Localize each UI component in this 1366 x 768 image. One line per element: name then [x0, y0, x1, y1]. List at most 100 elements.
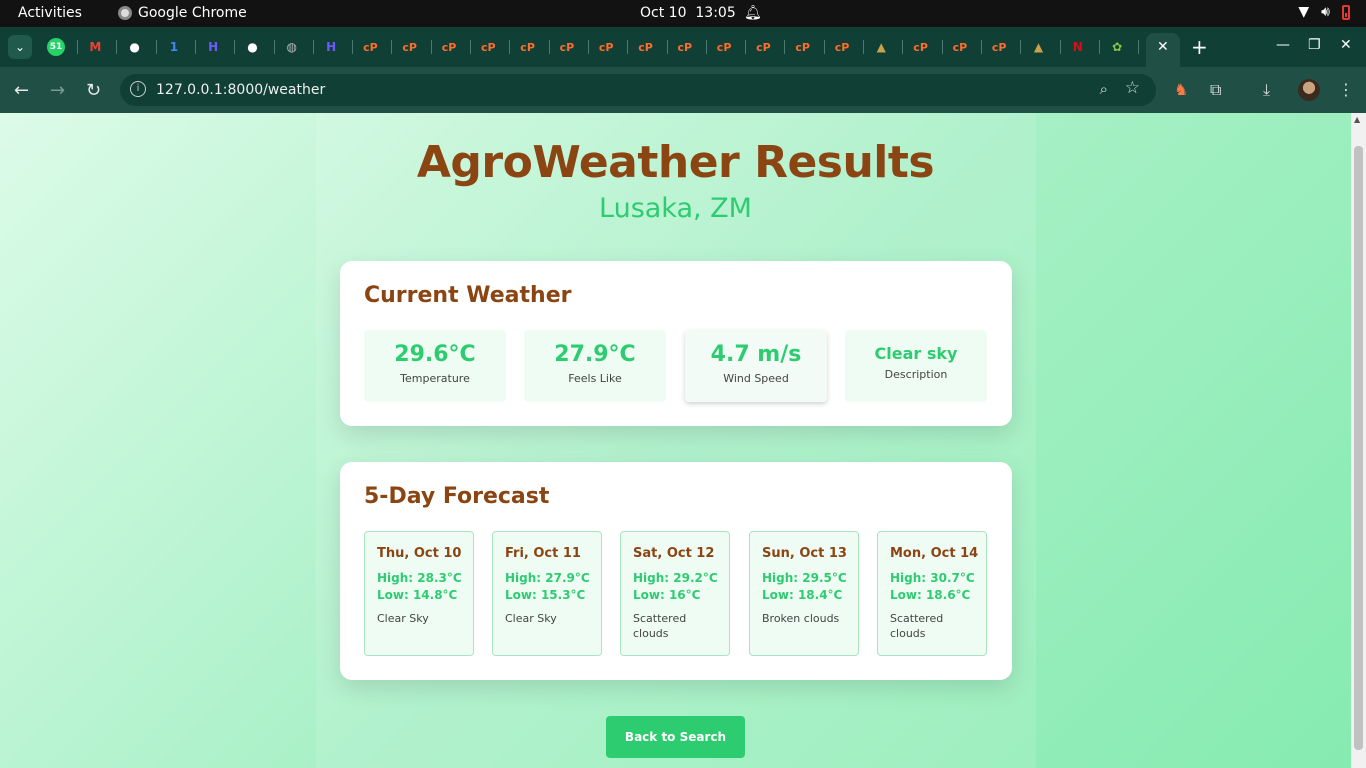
forecast-day: Fri, Oct 11 High: 27.9°C Low: 15.3°C Cle… — [492, 531, 602, 656]
tab-separator — [1138, 40, 1140, 54]
cpanel-icon[interactable]: cP — [754, 38, 772, 56]
cpanel-icon[interactable]: cP — [715, 38, 733, 56]
frog-icon[interactable]: ✿ — [1108, 38, 1126, 56]
active-tab[interactable]: ✕ — [1146, 33, 1180, 67]
tab-separator — [980, 40, 982, 54]
close-tab-icon[interactable]: ✕ — [1157, 39, 1169, 55]
extensions-puzzle-icon[interactable]: ⧉ — [1210, 80, 1221, 100]
forecast-date: Sat, Oct 12 — [633, 546, 715, 561]
cpanel-icon[interactable]: cP — [401, 38, 419, 56]
sail-icon[interactable]: ▲ — [872, 38, 890, 56]
cpanel-icon[interactable]: cP — [440, 38, 458, 56]
tab-separator — [391, 40, 393, 54]
zoom-icon[interactable]: ⌕ — [1100, 80, 1108, 98]
cpanel-icon[interactable]: cP — [676, 38, 694, 56]
temperature-stat: 29.6°C Temperature — [364, 330, 506, 402]
sail-icon[interactable]: ▲ — [1030, 38, 1048, 56]
forecast-date: Mon, Oct 14 — [890, 546, 979, 561]
forecast-date: Fri, Oct 11 — [505, 546, 581, 561]
forecast-heading: 5-Day Forecast — [364, 484, 550, 509]
cpanel-icon[interactable]: cP — [951, 38, 969, 56]
tab-separator — [155, 40, 157, 54]
app-name: Google Chrome — [138, 5, 247, 21]
temperature-value: 29.6°C — [394, 342, 476, 367]
tab-separator — [509, 40, 511, 54]
back-to-search-button[interactable]: Back to Search — [606, 716, 745, 758]
wind-speed-label: Wind Speed — [723, 372, 789, 385]
cpanel-icon[interactable]: cP — [479, 38, 497, 56]
h-icon[interactable]: H — [322, 38, 340, 56]
cpanel-icon[interactable]: cP — [519, 38, 537, 56]
forecast-card: 5-Day Forecast Thu, Oct 10 High: 28.3°C … — [340, 462, 1012, 680]
url-input[interactable] — [156, 79, 1056, 101]
github-icon[interactable]: ● — [126, 38, 144, 56]
description-stat: Clear sky Description — [845, 330, 987, 402]
system-tray[interactable]: ▼ 🔊︎ — [1298, 4, 1350, 20]
downloads-icon[interactable]: ⤓ — [1263, 80, 1270, 100]
chrome-menu-icon[interactable]: ⋮ — [1338, 80, 1354, 99]
app-menu[interactable]: Google Chrome — [118, 5, 247, 21]
reload-icon[interactable]: ↻ — [86, 80, 101, 101]
forecast-desc: Broken clouds — [762, 612, 840, 625]
scrollbar-thumb[interactable] — [1354, 146, 1363, 750]
github-icon[interactable]: ● — [244, 38, 262, 56]
activities-button[interactable]: Activities — [18, 5, 82, 21]
cpanel-icon[interactable]: cP — [597, 38, 615, 56]
forecast-high: High: 29.5°C — [762, 571, 847, 585]
whatsapp-icon[interactable]: 51 — [47, 38, 65, 56]
temperature-label: Temperature — [400, 372, 470, 385]
clock-time: 13:05 — [695, 5, 736, 21]
cpanel-icon[interactable]: cP — [912, 38, 930, 56]
extension-fox-icon[interactable]: ♞ — [1174, 80, 1188, 99]
current-weather-card: Current Weather 29.6°C Temperature 27.9°… — [340, 261, 1012, 426]
back-icon[interactable]: ← — [14, 80, 29, 101]
tab-separator — [823, 40, 825, 54]
tab-separator — [116, 40, 118, 54]
page-scrollbar[interactable]: ▲ — [1351, 113, 1366, 768]
profile-avatar[interactable] — [1298, 79, 1320, 101]
tab-separator — [784, 40, 786, 54]
minimize-icon[interactable]: — — [1276, 37, 1290, 53]
cpanel-icon[interactable]: cP — [794, 38, 812, 56]
bookmark-star-icon[interactable]: ☆ — [1125, 78, 1140, 98]
wind-speed-stat: 4.7 m/s Wind Speed — [685, 330, 827, 402]
clock[interactable]: Oct 10 13:05 — [640, 5, 736, 21]
cpanel-icon[interactable]: cP — [637, 38, 655, 56]
cpanel-icon[interactable]: cP — [990, 38, 1008, 56]
address-bar[interactable]: i ⌕ ☆ — [120, 74, 1156, 106]
tab-separator — [273, 40, 275, 54]
new-tab-button[interactable]: + — [1191, 35, 1208, 59]
tab-separator — [627, 40, 629, 54]
forecast-high: High: 29.2°C — [633, 571, 718, 585]
cpanel-icon[interactable]: cP — [833, 38, 851, 56]
tab-search-button[interactable]: ⌄ — [8, 35, 32, 59]
forecast-desc: Scattered clouds — [633, 612, 687, 640]
tab-separator — [1098, 40, 1100, 54]
tab-separator — [863, 40, 864, 54]
tab-strip: ⌄ 51 M ● 1 H ● ◍ HcP cP cP cP cP cP cP cP cP cP cP cP cP ▲ cP… — [0, 27, 1366, 67]
tab-separator — [745, 40, 747, 54]
globe-icon[interactable]: ◍ — [283, 38, 301, 56]
forecast-high: High: 27.9°C — [505, 571, 590, 585]
close-window-icon[interactable]: ✕ — [1340, 37, 1352, 53]
tab-separator — [470, 40, 471, 54]
location-subtitle: Lusaka, ZM — [599, 193, 752, 224]
tab-separator — [1020, 40, 1022, 54]
restore-icon[interactable]: ❐ — [1308, 37, 1321, 53]
battery-icon — [1342, 4, 1350, 20]
cpanel-icon[interactable]: cP — [361, 38, 379, 56]
forecast-day: Thu, Oct 10 High: 28.3°C Low: 14.8°C Cle… — [364, 531, 474, 656]
one-icon[interactable]: 1 — [165, 38, 183, 56]
cpanel-icon[interactable]: cP — [558, 38, 576, 56]
forecast-high: High: 28.3°C — [377, 571, 462, 585]
gmail-icon[interactable]: M — [86, 38, 104, 56]
site-info-icon[interactable]: i — [130, 81, 146, 97]
forecast-low: Low: 15.3°C — [505, 588, 586, 602]
forward-icon[interactable]: → — [50, 80, 65, 101]
feels-like-label: Feels Like — [568, 372, 622, 385]
forecast-date: Sun, Oct 13 — [762, 546, 847, 561]
h-icon[interactable]: H — [204, 38, 222, 56]
scroll-up-icon[interactable]: ▲ — [1354, 115, 1360, 124]
forecast-day: Sun, Oct 13 High: 29.5°C Low: 18.4°C Bro… — [749, 531, 859, 656]
netflix-icon[interactable]: N — [1069, 38, 1087, 56]
